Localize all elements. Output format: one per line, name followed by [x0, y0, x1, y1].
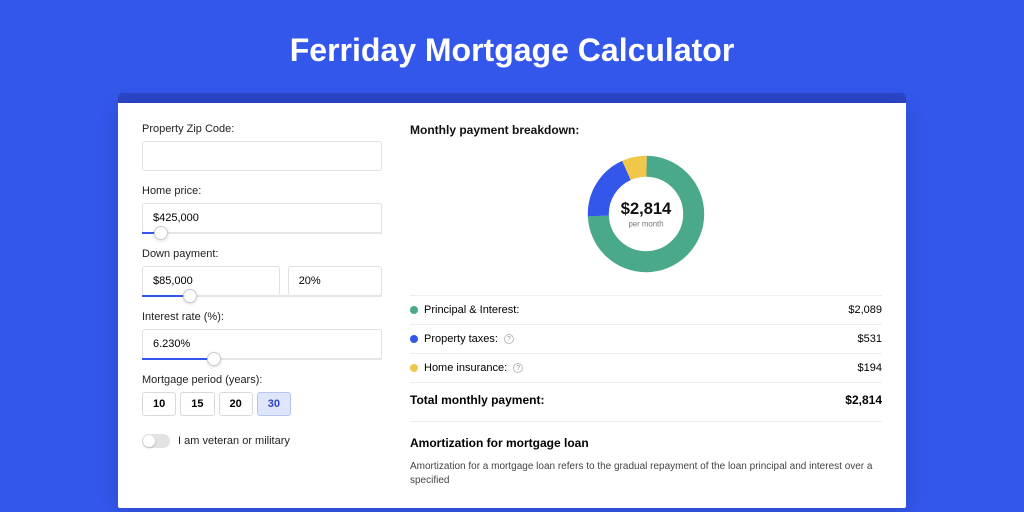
price-slider[interactable]	[142, 232, 382, 234]
rate-label: Interest rate (%):	[142, 311, 382, 323]
amortization-text: Amortization for a mortgage loan refers …	[410, 460, 882, 488]
total-label: Total monthly payment:	[410, 393, 544, 407]
veteran-label: I am veteran or military	[178, 435, 290, 447]
veteran-toggle[interactable]	[142, 434, 170, 448]
zip-label: Property Zip Code:	[142, 123, 382, 135]
calculator-card: Property Zip Code: Home price: Down paym…	[118, 103, 906, 508]
down-percent-input[interactable]	[288, 266, 382, 296]
legend-taxes-label: Property taxes:	[424, 333, 498, 345]
legend-taxes-value: $531	[858, 333, 882, 345]
page-title: Ferriday Mortgage Calculator	[0, 0, 1024, 93]
down-label: Down payment:	[142, 248, 382, 260]
dot-icon	[410, 364, 418, 372]
legend-principal: Principal & Interest: $2,089	[410, 295, 882, 324]
info-icon[interactable]: ?	[513, 363, 523, 373]
rate-slider[interactable]	[142, 358, 382, 360]
legend-taxes: Property taxes: ? $531	[410, 324, 882, 353]
breakdown-title: Monthly payment breakdown:	[410, 123, 882, 137]
legend-insurance-value: $194	[858, 362, 882, 374]
dot-icon	[410, 335, 418, 343]
inputs-column: Property Zip Code: Home price: Down paym…	[142, 123, 382, 488]
total-row: Total monthly payment: $2,814	[410, 382, 882, 421]
period-option-10[interactable]: 10	[142, 392, 176, 416]
legend-insurance: Home insurance: ? $194	[410, 353, 882, 382]
info-icon[interactable]: ?	[504, 334, 514, 344]
rate-slider-handle[interactable]	[207, 352, 221, 366]
rate-input[interactable]	[142, 329, 382, 359]
period-option-20[interactable]: 20	[219, 392, 253, 416]
zip-input[interactable]	[142, 141, 382, 171]
card-header-strip	[118, 93, 906, 103]
donut-center-value: $2,814	[621, 200, 672, 218]
down-slider-handle[interactable]	[183, 289, 197, 303]
legend-insurance-label: Home insurance:	[424, 362, 507, 374]
down-slider[interactable]	[142, 295, 382, 297]
down-amount-input[interactable]	[142, 266, 280, 296]
total-value: $2,814	[845, 393, 882, 407]
price-slider-handle[interactable]	[154, 226, 168, 240]
period-option-30[interactable]: 30	[257, 392, 291, 416]
donut-chart: $2,814 per month	[410, 151, 882, 277]
legend-principal-label: Principal & Interest:	[424, 304, 519, 316]
breakdown-column: Monthly payment breakdown: $2,814 per mo…	[410, 123, 882, 488]
price-label: Home price:	[142, 185, 382, 197]
period-segmented: 10 15 20 30	[142, 392, 382, 416]
donut-center-label: per month	[628, 220, 663, 229]
legend-principal-value: $2,089	[848, 304, 882, 316]
zip-field: Property Zip Code:	[142, 123, 382, 171]
period-label: Mortgage period (years):	[142, 374, 382, 386]
period-field: Mortgage period (years): 10 15 20 30	[142, 374, 382, 416]
down-field: Down payment:	[142, 248, 382, 297]
price-field: Home price:	[142, 185, 382, 234]
veteran-row: I am veteran or military	[142, 434, 382, 448]
rate-slider-fill	[142, 358, 214, 360]
amortization-section: Amortization for mortgage loan Amortizat…	[410, 421, 882, 488]
amortization-title: Amortization for mortgage loan	[410, 436, 882, 450]
dot-icon	[410, 306, 418, 314]
rate-field: Interest rate (%):	[142, 311, 382, 360]
price-input[interactable]	[142, 203, 382, 233]
period-option-15[interactable]: 15	[180, 392, 214, 416]
